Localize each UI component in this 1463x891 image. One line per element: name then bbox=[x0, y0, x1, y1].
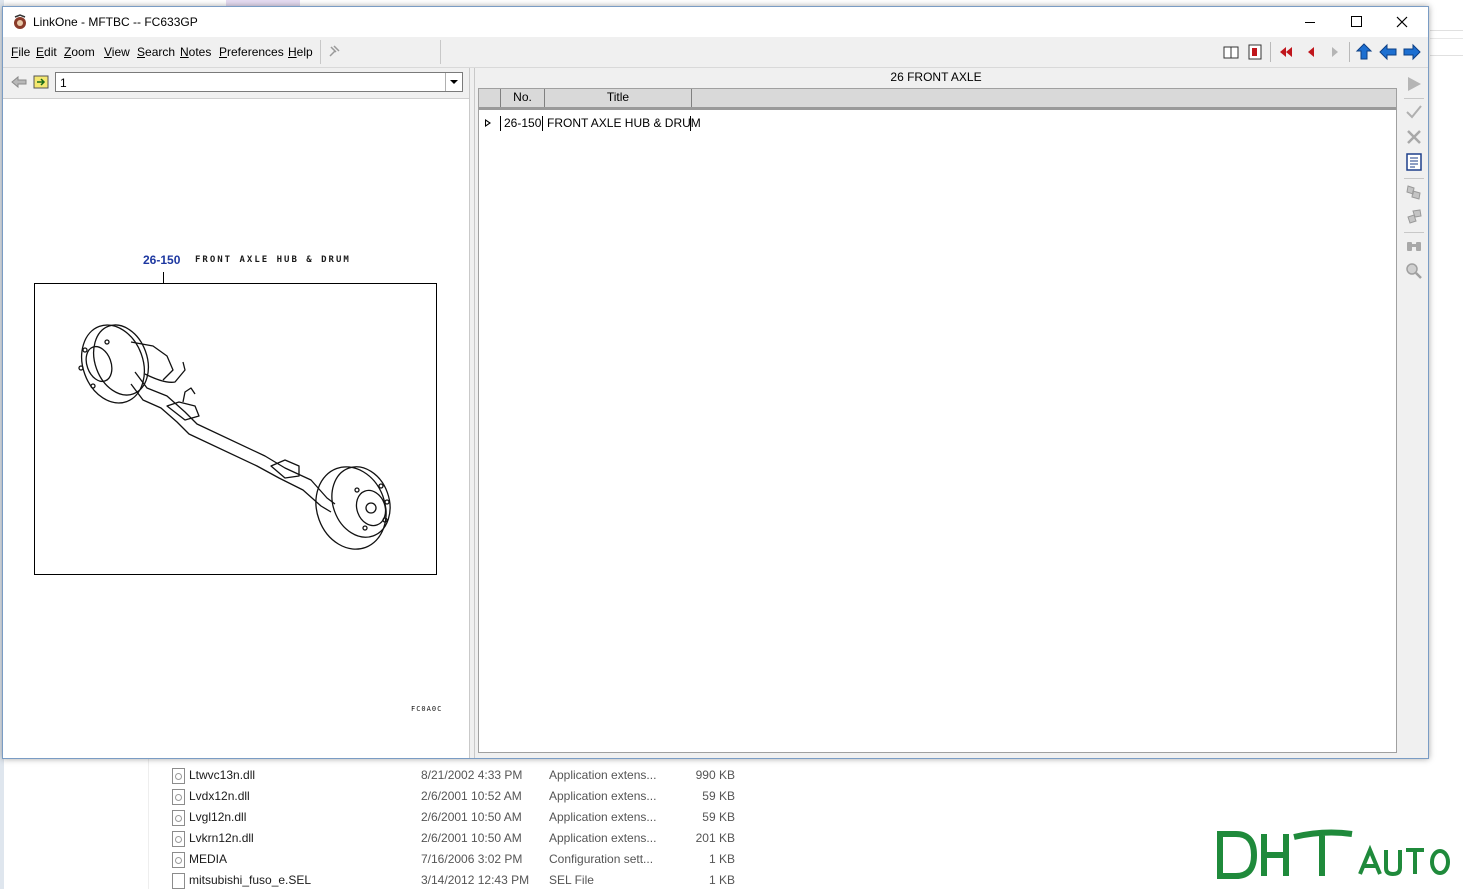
menu-notes[interactable]: Notes bbox=[180, 45, 211, 59]
paste-button[interactable] bbox=[1404, 207, 1424, 227]
pick-list-button[interactable] bbox=[1404, 152, 1424, 172]
config-file-icon bbox=[172, 852, 185, 868]
book-icon bbox=[1223, 46, 1239, 59]
dll-icon bbox=[172, 831, 185, 847]
illustration-label: FRONT AXLE HUB & DRUM bbox=[195, 255, 351, 265]
menu-search[interactable]: Search bbox=[137, 45, 175, 59]
menu-edit[interactable]: Edit bbox=[36, 45, 57, 59]
menu-file[interactable]: File bbox=[11, 45, 30, 59]
illustration-code: FC0A0C bbox=[411, 705, 443, 713]
back-history-button[interactable] bbox=[1378, 42, 1398, 62]
play-icon bbox=[1408, 77, 1421, 91]
dht-auto-logo bbox=[1214, 828, 1454, 882]
up-arrow-icon bbox=[1355, 43, 1373, 60]
list-item[interactable]: 26-150 FRONT AXLE HUB & DRUM bbox=[479, 115, 1396, 133]
background-divider bbox=[1430, 38, 1463, 39]
menu-help[interactable]: Help bbox=[288, 45, 313, 59]
next-page-button[interactable] bbox=[1325, 42, 1345, 62]
page-back-button[interactable] bbox=[10, 74, 28, 90]
menu-separator bbox=[320, 40, 321, 64]
minimize-button[interactable] bbox=[1287, 7, 1333, 37]
menu-separator bbox=[440, 40, 441, 64]
parts-list-panel: 26 FRONT AXLE No. Title 26-150 FRONT AXL… bbox=[475, 68, 1427, 758]
left-arrow-icon bbox=[1308, 47, 1314, 57]
check-icon bbox=[1406, 105, 1422, 119]
background-divider bbox=[1430, 30, 1463, 56]
dll-icon bbox=[172, 789, 185, 805]
front-axle-illustration[interactable] bbox=[34, 283, 437, 575]
previous-page-button[interactable] bbox=[1301, 42, 1321, 62]
up-level-button[interactable] bbox=[1354, 42, 1374, 62]
title-bar[interactable]: LinkOne - MFTBC -- FC633GP bbox=[3, 7, 1428, 37]
row-number: 26-150 bbox=[500, 116, 543, 131]
column-header-title[interactable]: Title bbox=[544, 89, 692, 107]
pin-icon bbox=[329, 45, 340, 57]
linkone-app-icon bbox=[12, 14, 28, 30]
background-file-list: Ltwvc13n.dll 8/21/2002 4:33 PM Applicati… bbox=[148, 740, 769, 889]
play-button[interactable] bbox=[1404, 74, 1424, 94]
dll-icon bbox=[172, 810, 185, 826]
select-button[interactable] bbox=[1404, 102, 1424, 122]
illustration-panel: 1 26-150 FRONT AXLE HUB & DRUM FC0A0C bbox=[3, 68, 470, 758]
front-axle-drawing bbox=[78, 324, 391, 550]
bookmarks-icon bbox=[1248, 44, 1262, 60]
toolbar-separator bbox=[1404, 178, 1424, 179]
copy-icon bbox=[1406, 185, 1421, 200]
menu-view[interactable]: View bbox=[104, 45, 130, 59]
page-select-value: 1 bbox=[60, 76, 67, 90]
bookmarks-button[interactable] bbox=[1245, 42, 1265, 62]
forward-history-button[interactable] bbox=[1402, 42, 1422, 62]
find-button[interactable] bbox=[1404, 236, 1424, 256]
row-title: FRONT AXLE HUB & DRUM bbox=[543, 116, 701, 131]
file-row[interactable]: mitsubishi_fuso_e.SEL 3/14/2012 12:43 PM… bbox=[169, 870, 769, 891]
deselect-button[interactable] bbox=[1404, 127, 1424, 147]
forward-arrow-icon bbox=[33, 75, 49, 89]
blue-left-arrow-icon bbox=[1379, 43, 1397, 61]
menu-preferences[interactable]: Preferences bbox=[219, 45, 284, 59]
chevron-down-icon[interactable] bbox=[445, 73, 462, 91]
file-row[interactable]: Lvgl12n.dll 2/6/2001 10:50 AM Applicatio… bbox=[169, 807, 769, 828]
menu-zoom[interactable]: Zoom bbox=[64, 45, 95, 59]
file-row[interactable]: Lvdx12n.dll 2/6/2001 10:52 AM Applicatio… bbox=[169, 786, 769, 807]
paste-icon bbox=[1407, 209, 1422, 224]
blue-right-arrow-icon bbox=[1403, 43, 1421, 61]
toolbar-separator bbox=[1349, 42, 1350, 62]
side-toolbar bbox=[1400, 68, 1428, 758]
magnifier-icon bbox=[1406, 263, 1422, 279]
file-row[interactable]: Ltwvc13n.dll 8/21/2002 4:33 PM Applicati… bbox=[169, 765, 769, 786]
toolbar-separator bbox=[1404, 232, 1424, 233]
close-icon bbox=[1396, 16, 1408, 28]
book-button[interactable] bbox=[1221, 42, 1241, 62]
maximize-button[interactable] bbox=[1333, 7, 1379, 37]
double-left-arrow-icon bbox=[1280, 47, 1292, 57]
first-page-button[interactable] bbox=[1276, 42, 1296, 62]
parts-list[interactable]: No. Title 26-150 FRONT AXLE HUB & DRUM bbox=[478, 88, 1397, 753]
pin-button[interactable] bbox=[326, 43, 344, 61]
column-header-no[interactable]: No. bbox=[500, 89, 544, 107]
menu-bar: File Edit Zoom View Search Notes Prefere… bbox=[3, 37, 1428, 68]
x-icon bbox=[1407, 130, 1421, 144]
expand-arrow-icon[interactable] bbox=[485, 119, 491, 127]
list-icon bbox=[1406, 153, 1422, 171]
right-arrow-icon bbox=[1332, 47, 1338, 57]
list-title: 26 FRONT AXLE bbox=[890, 70, 982, 84]
list-header: No. Title bbox=[479, 89, 1396, 110]
toolbar-separator bbox=[1404, 98, 1424, 99]
illustration-number-link[interactable]: 26-150 bbox=[143, 253, 180, 267]
close-button[interactable] bbox=[1379, 7, 1425, 37]
zoom-search-button[interactable] bbox=[1404, 261, 1424, 281]
page-select[interactable]: 1 bbox=[55, 72, 463, 92]
linkone-window: LinkOne - MFTBC -- FC633GP File Edit Zoo… bbox=[2, 6, 1429, 759]
file-row[interactable]: Lvkrn12n.dll 2/6/2001 10:50 AM Applicati… bbox=[169, 828, 769, 849]
copy-button[interactable] bbox=[1404, 182, 1424, 202]
window-title: LinkOne - MFTBC -- FC633GP bbox=[33, 15, 198, 29]
page-forward-button[interactable] bbox=[33, 74, 51, 90]
binoculars-icon bbox=[1407, 242, 1421, 251]
dll-icon bbox=[172, 768, 185, 784]
file-row[interactable]: MEDIA 7/16/2006 3:02 PM Configuration se… bbox=[169, 849, 769, 870]
back-arrow-icon bbox=[11, 75, 27, 89]
file-icon bbox=[172, 873, 185, 889]
page-navigation-bar: 1 bbox=[3, 68, 469, 99]
toolbar-separator bbox=[1270, 42, 1271, 62]
